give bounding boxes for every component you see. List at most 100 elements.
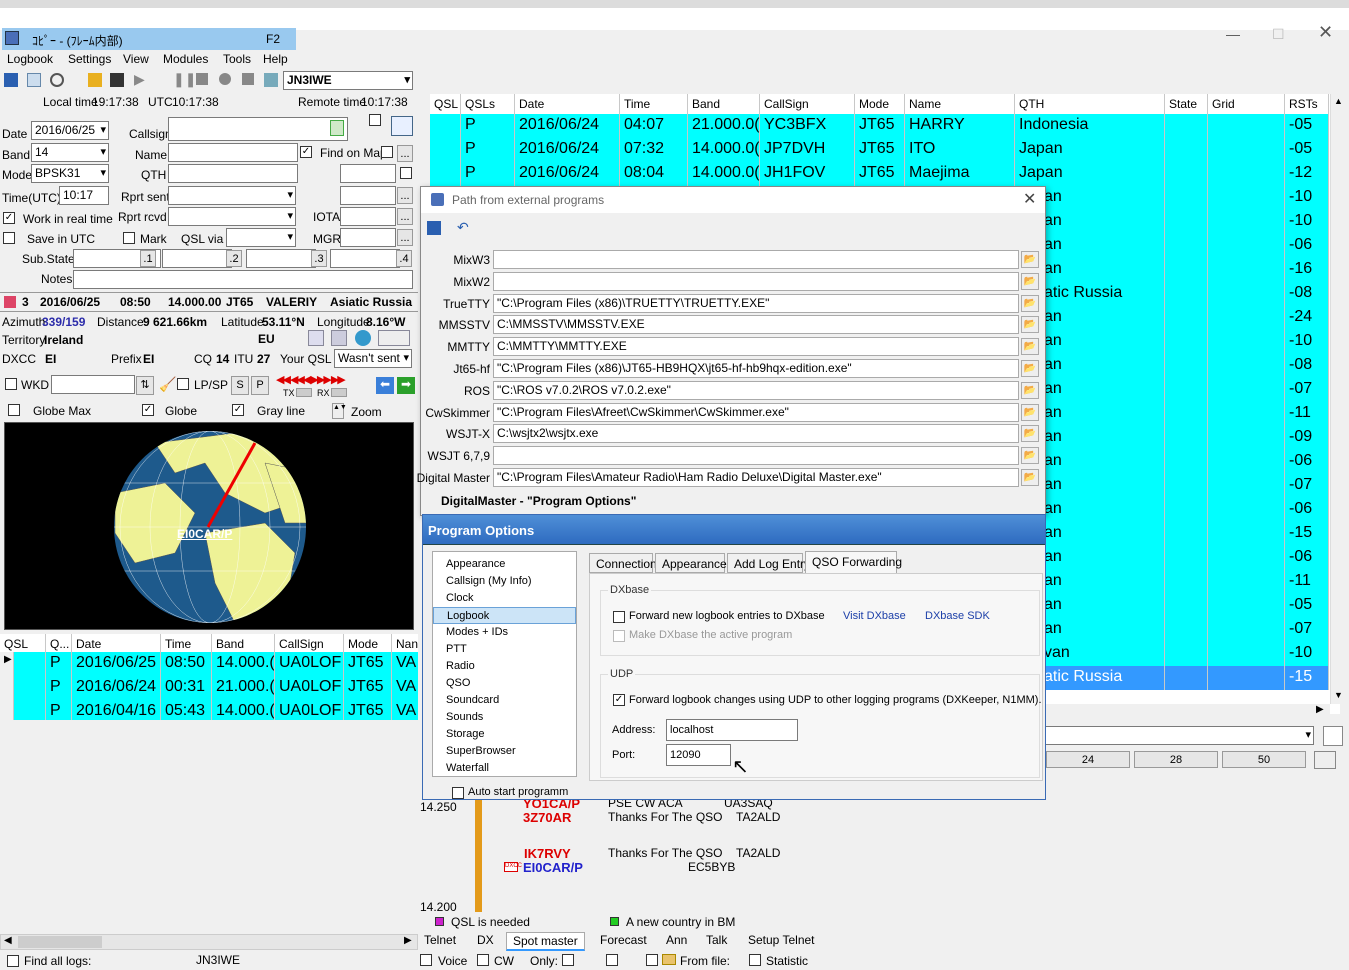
options-list-item[interactable]: Logbook	[433, 607, 576, 624]
edit-note-icon[interactable]	[1323, 726, 1343, 746]
substate-button-3[interactable]: .3	[311, 250, 327, 267]
grid-field[interactable]	[340, 164, 396, 183]
s-button[interactable]: S	[231, 376, 249, 395]
menu-help[interactable]: Help	[263, 52, 288, 66]
menu-logbook[interactable]: Logbook	[7, 52, 53, 66]
copy-icon[interactable]	[308, 330, 324, 346]
options-list-item[interactable]: QSO	[433, 675, 576, 692]
maximize-icon[interactable]: ☐	[1272, 26, 1285, 43]
callsign-field[interactable]	[168, 117, 348, 141]
options-list-item[interactable]: Storage	[433, 726, 576, 743]
p-button[interactable]: P	[251, 376, 269, 395]
substate-button-1[interactable]: .1	[140, 250, 156, 267]
find-all-checkbox[interactable]	[7, 955, 19, 967]
options-list-item[interactable]: PTT	[433, 641, 576, 658]
record-icon[interactable]	[219, 73, 231, 85]
only-checkbox-1[interactable]	[562, 954, 574, 966]
tab-talk[interactable]: Talk	[706, 933, 727, 947]
menu-tools[interactable]: Tools	[223, 52, 251, 66]
tool-icon[interactable]	[264, 73, 278, 87]
broom-icon[interactable]: 🧹	[159, 376, 176, 393]
substate-field-4[interactable]	[330, 249, 400, 268]
globe-max-checkbox[interactable]	[8, 404, 20, 416]
globe-map[interactable]: EI0CAR/P	[4, 422, 414, 630]
globe-checkbox[interactable]: ✓	[142, 404, 154, 416]
find-on-map-checkbox[interactable]: ✓	[300, 146, 312, 158]
substate-button-2[interactable]: .2	[226, 250, 242, 267]
options-list-item[interactable]: SuperBrowser	[433, 743, 576, 760]
state-more-button[interactable]: ...	[397, 187, 413, 204]
iota-more-button[interactable]: ...	[397, 208, 413, 225]
forward-dxbase-checkbox[interactable]	[613, 611, 625, 623]
minimize-icon[interactable]: —	[1226, 26, 1240, 42]
operator-callsign-select[interactable]: JN3IWE	[283, 71, 413, 90]
browse-folder-icon[interactable]: 📂	[1021, 425, 1039, 443]
wkd-filter-button[interactable]: ⇅	[136, 376, 154, 395]
your-qsl-select[interactable]: Wasn't sent	[334, 349, 412, 368]
refresh-icon[interactable]	[330, 120, 344, 136]
station-qso-row[interactable]: ▶ P 2016/06/25 08:50 14.000.(UA0LOF JT65 VA	[0, 652, 418, 676]
options-list-item[interactable]: Clock	[433, 590, 576, 607]
port-field[interactable]: 12090	[666, 744, 731, 766]
options-list-item[interactable]: Callsign (My Info)	[433, 573, 576, 590]
arrow-right-icon[interactable]: ➡	[397, 377, 415, 394]
visit-dxbase-link[interactable]: Visit DXbase	[843, 610, 906, 622]
options-list-item[interactable]: Sounds	[433, 709, 576, 726]
grid-checkbox[interactable]	[400, 167, 412, 179]
browse-folder-icon[interactable]: 📂	[1021, 294, 1039, 312]
main-col-callsign[interactable]: CallSign	[760, 94, 855, 114]
options-tab[interactable]: QSO Forwarding	[805, 551, 902, 573]
options-tab[interactable]: Add Log Entry	[727, 553, 810, 573]
stop-icon[interactable]	[196, 73, 208, 85]
hscroll-right-icon[interactable]: ▶	[1316, 704, 1324, 715]
work-realtime-checkbox[interactable]: ✓	[3, 212, 15, 224]
menu-view[interactable]: View	[123, 52, 149, 66]
col-q[interactable]: Q...	[46, 634, 72, 652]
scale-28[interactable]: 28	[1134, 751, 1218, 768]
only-checkbox-2[interactable]	[606, 954, 618, 966]
dxbase-sdk-link[interactable]: DXbase SDK	[925, 610, 990, 622]
spot-filter-select[interactable]	[1040, 726, 1314, 745]
main-col-qsl[interactable]: QSL	[430, 94, 461, 114]
path-field[interactable]: C:\wsjtx2\wsjtx.exe	[493, 424, 1019, 444]
scale-spinner[interactable]	[1314, 751, 1336, 769]
save-icon[interactable]	[4, 73, 18, 87]
tab-telnet[interactable]: Telnet	[424, 933, 456, 947]
statistic-checkbox[interactable]	[749, 954, 761, 966]
cw-checkbox[interactable]	[477, 954, 489, 966]
scale-50[interactable]: 50	[1222, 751, 1306, 768]
auto-start-checkbox[interactable]	[452, 787, 464, 799]
path-field[interactable]: "C:\Program Files\Afreet\CwSkimmer\CwSki…	[493, 402, 1019, 422]
browse-folder-icon[interactable]: 📂	[1021, 403, 1039, 421]
path-field[interactable]: "C:\ROS v7.0.2\ROS v7.0.2.exe"	[493, 380, 1019, 400]
spot-call-4[interactable]: EI0CAR/P	[523, 860, 583, 875]
qsl-via-field[interactable]	[226, 228, 296, 247]
mgr-more-button[interactable]: ...	[397, 229, 413, 246]
browse-folder-icon[interactable]: 📂	[1021, 360, 1039, 377]
new-icon[interactable]	[27, 73, 41, 87]
main-vscrollbar[interactable]: ▲ ▼	[1330, 94, 1348, 704]
notes-field[interactable]	[73, 270, 413, 289]
logbook-row[interactable]: P 2016/06/24 04:07 21.000.0(YC3BFX JT65 HARRY…	[430, 114, 1330, 138]
wkd-checkbox[interactable]	[5, 378, 17, 390]
path-undo-icon[interactable]: ↶	[457, 219, 469, 236]
arrow-left-icon[interactable]: ⬅	[376, 377, 394, 394]
zoom-spinner[interactable]: ▲▼	[332, 403, 347, 419]
spot-call-3[interactable]: IK7RVY	[524, 846, 571, 861]
address-field[interactable]: localhost	[666, 719, 798, 741]
scroll-left-icon[interactable]: ◀	[4, 935, 12, 946]
main-col-qth[interactable]: QTH	[1015, 94, 1165, 114]
options-list-item[interactable]: Modes + IDs	[433, 624, 576, 641]
state-field[interactable]	[340, 186, 396, 205]
options-list-item[interactable]: Radio	[433, 658, 576, 675]
tab-setup-telnet[interactable]: Setup Telnet	[748, 933, 815, 947]
main-col-qsls[interactable]: QSLs	[461, 94, 515, 114]
browse-folder-icon[interactable]: 📂	[1021, 469, 1039, 486]
stop2-icon[interactable]	[242, 73, 254, 85]
mark-checkbox[interactable]	[123, 232, 135, 244]
voice-checkbox[interactable]	[420, 954, 432, 966]
name-more-button[interactable]: ...	[397, 145, 413, 162]
name-field[interactable]	[168, 143, 298, 162]
col-time[interactable]: Time	[161, 634, 212, 652]
time-utc-field[interactable]: 10:17	[59, 186, 109, 205]
